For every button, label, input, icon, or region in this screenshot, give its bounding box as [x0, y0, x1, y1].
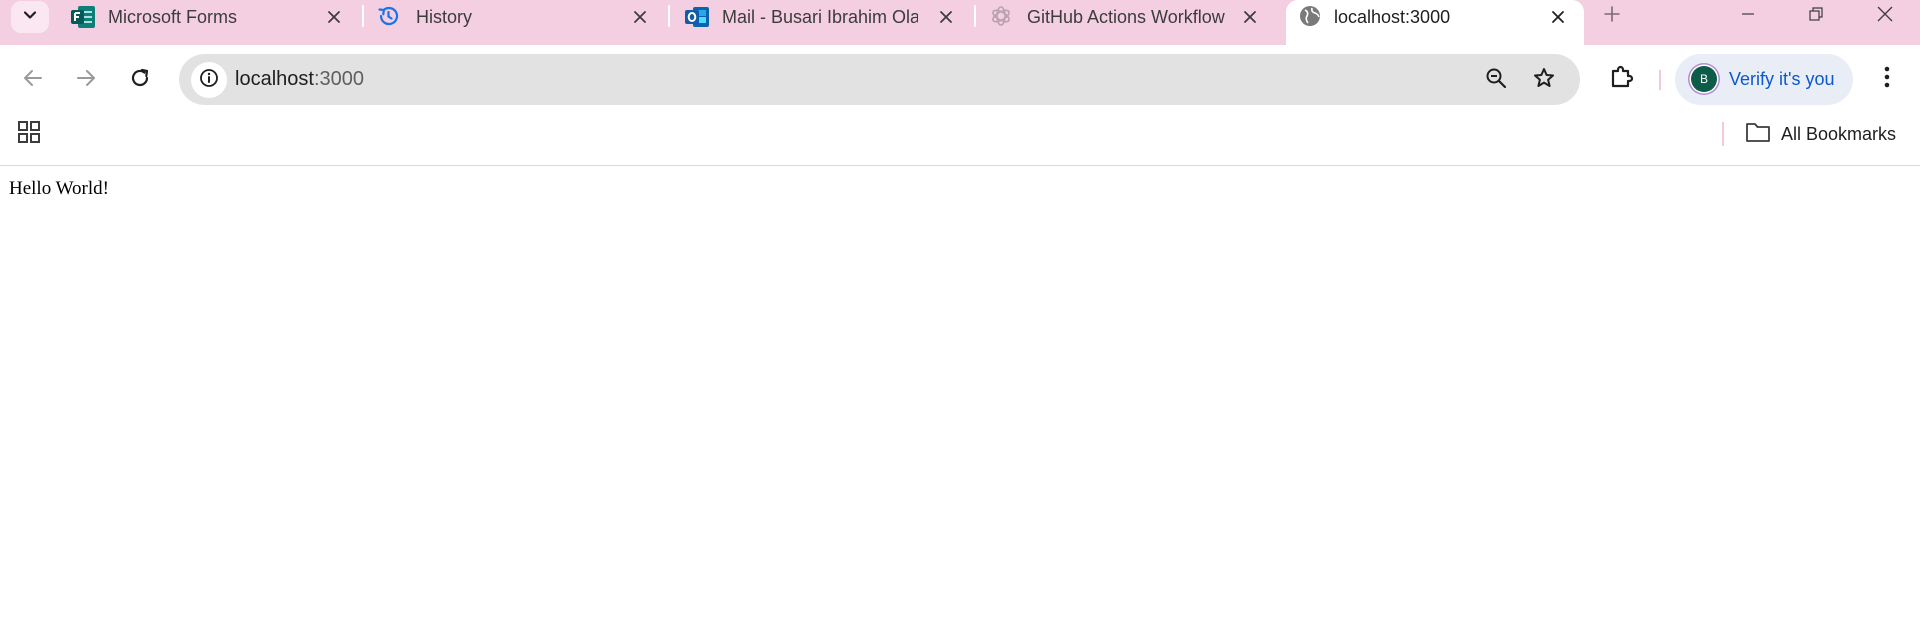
- close-icon[interactable]: [628, 5, 652, 29]
- info-icon: [199, 68, 219, 93]
- zoom-out-icon: [1485, 67, 1507, 94]
- tab-history[interactable]: History: [368, 0, 668, 45]
- browser-menu-button[interactable]: [1872, 62, 1902, 96]
- window-close-button[interactable]: [1861, 0, 1909, 32]
- all-bookmarks-label: All Bookmarks: [1781, 123, 1897, 144]
- history-icon: [376, 4, 400, 28]
- globe-icon: [1298, 4, 1322, 28]
- chevron-down-icon: [22, 7, 38, 28]
- bookmarks-divider: [1722, 122, 1724, 146]
- url-text: localhost:3000: [235, 67, 364, 91]
- arrow-left-icon: [22, 67, 44, 94]
- apps-grid-icon: [17, 120, 41, 149]
- close-icon: [1876, 5, 1894, 28]
- tab-title: GitHub Actions Workflow: [1027, 7, 1225, 27]
- url-port: :3000: [313, 68, 364, 90]
- zoom-button[interactable]: [1481, 65, 1511, 95]
- tab-title: Microsoft Forms: [108, 7, 238, 27]
- minimize-icon: [1740, 6, 1756, 27]
- folder-icon: [1745, 121, 1771, 148]
- tab-strip: Microsoft Forms History Mail - Busari Ib…: [0, 0, 1920, 45]
- tab-title: Mail - Busari Ibrahim Ola: [722, 7, 918, 27]
- avatar: B: [1691, 66, 1717, 92]
- new-tab-button[interactable]: [1598, 4, 1626, 28]
- close-icon[interactable]: [934, 5, 958, 29]
- close-icon[interactable]: [1546, 5, 1570, 29]
- star-icon: [1532, 66, 1556, 95]
- apps-button[interactable]: [14, 119, 44, 149]
- tab-microsoft-forms[interactable]: Microsoft Forms: [58, 0, 358, 45]
- tab-localhost[interactable]: localhost:3000: [1286, 0, 1584, 45]
- page-text: Hello World!: [9, 178, 109, 199]
- minimize-button[interactable]: [1724, 0, 1772, 32]
- page-content: Hello World!: [0, 166, 1920, 639]
- tab-outlook-mail[interactable]: Mail - Busari Ibrahim Ola: [674, 0, 974, 45]
- tab-title: localhost:3000: [1334, 7, 1451, 27]
- forward-button[interactable]: [69, 63, 103, 97]
- close-icon[interactable]: [322, 5, 346, 29]
- verify-label: Verify it's you: [1729, 69, 1835, 89]
- puzzle-icon: [1608, 64, 1634, 95]
- profile-button[interactable]: B Verify it's you: [1675, 54, 1853, 105]
- microsoft-forms-icon: [70, 4, 95, 28]
- tab-title: History: [416, 7, 473, 27]
- outlook-icon: [684, 4, 709, 28]
- address-bar[interactable]: localhost:3000: [179, 54, 1580, 105]
- restore-button[interactable]: [1792, 0, 1840, 32]
- toolbar-divider: [1659, 70, 1661, 90]
- site-info-button[interactable]: [191, 62, 227, 98]
- tab-divider: [974, 5, 976, 27]
- extensions-button[interactable]: [1604, 62, 1638, 96]
- reload-button[interactable]: [123, 63, 157, 97]
- more-vert-icon: [1883, 65, 1891, 94]
- tab-search-button[interactable]: [11, 1, 49, 33]
- back-button[interactable]: [16, 63, 50, 97]
- all-bookmarks-button[interactable]: All Bookmarks: [1745, 119, 1896, 149]
- arrow-right-icon: [75, 67, 97, 94]
- plus-icon: [1603, 5, 1621, 28]
- chatgpt-icon: [989, 4, 1013, 28]
- tab-divider: [362, 5, 364, 27]
- browser-toolbar: localhost:3000 B Verify it's you All Boo…: [0, 45, 1920, 159]
- tab-divider: [668, 5, 670, 27]
- url-host: localhost: [235, 68, 314, 90]
- bookmark-star-button[interactable]: [1529, 65, 1559, 95]
- reload-icon: [129, 67, 151, 94]
- tab-github-actions[interactable]: GitHub Actions Workflow: [980, 0, 1280, 45]
- close-icon[interactable]: [1238, 5, 1262, 29]
- restore-icon: [1808, 6, 1824, 27]
